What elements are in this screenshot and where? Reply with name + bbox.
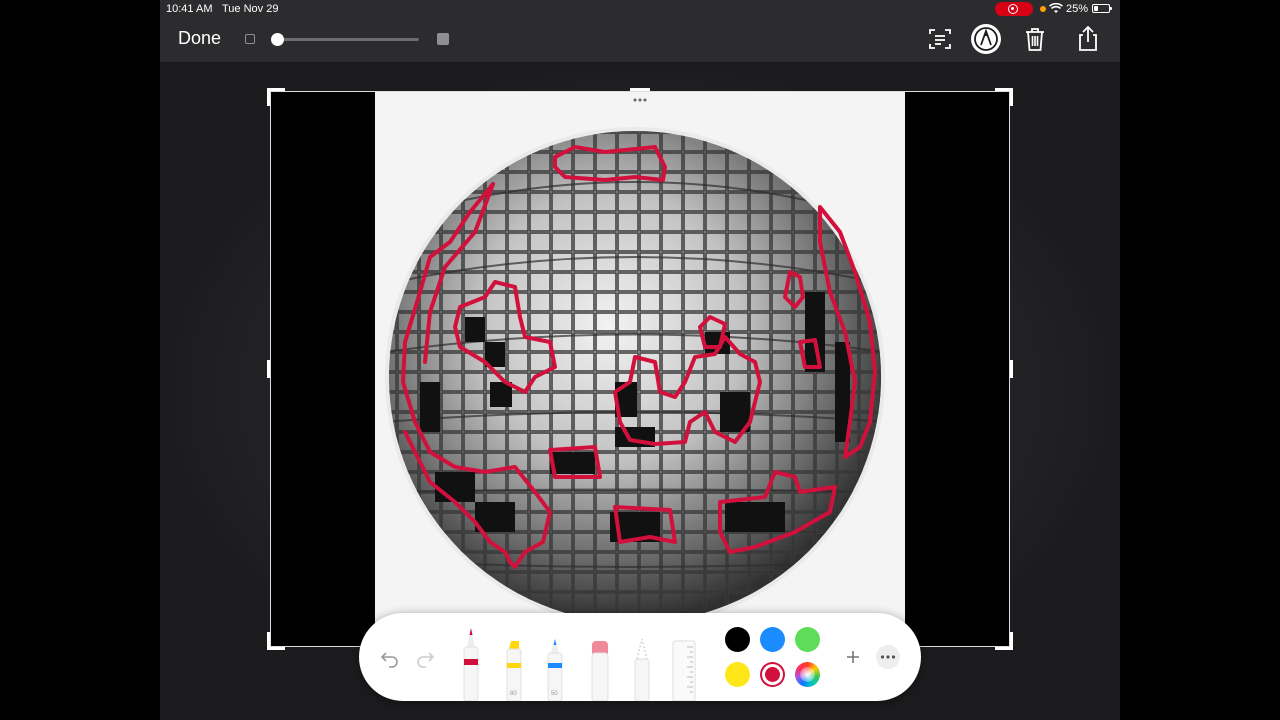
selected-color-dot bbox=[765, 667, 780, 682]
pencil-opacity-label: 50 bbox=[551, 691, 558, 697]
status-date: Tue Nov 29 bbox=[222, 3, 279, 15]
battery-icon bbox=[1092, 4, 1112, 13]
battery-percent: 25% bbox=[1066, 3, 1089, 15]
eraser-tool[interactable] bbox=[589, 641, 611, 701]
status-bar: 10:41 AM Tue Nov 29 25% bbox=[160, 0, 1120, 18]
color-wheel-picker[interactable] bbox=[795, 662, 820, 687]
lasso-tool[interactable] bbox=[631, 637, 653, 701]
annotated-photo[interactable] bbox=[375, 92, 905, 646]
share-icon[interactable] bbox=[1073, 24, 1103, 54]
ipad-screen: 10:41 AM Tue Nov 29 25% Done 80 50 bbox=[160, 0, 1120, 720]
mic-in-use-dot bbox=[1040, 6, 1046, 12]
markup-pen-icon[interactable] bbox=[970, 23, 1002, 55]
crop-handle-right[interactable] bbox=[1010, 360, 1013, 378]
crop-handle-bottom-left-v[interactable] bbox=[267, 632, 270, 650]
brush-size-slider[interactable] bbox=[277, 38, 419, 41]
crop-handle-left[interactable] bbox=[267, 360, 270, 378]
add-icon[interactable] bbox=[845, 649, 861, 665]
screen-recording-indicator[interactable] bbox=[995, 2, 1033, 16]
trash-icon[interactable] bbox=[1020, 24, 1050, 54]
tool-palette: 80 50 bbox=[359, 613, 921, 701]
color-green-swatch[interactable] bbox=[795, 627, 820, 652]
crop-handle-top-left-v[interactable] bbox=[267, 88, 270, 106]
brush-size-small-icon bbox=[245, 34, 255, 44]
brush-size-large-icon bbox=[437, 33, 449, 45]
crop-handle-top-right-v[interactable] bbox=[1010, 88, 1013, 106]
crop-handle-top[interactable] bbox=[630, 88, 650, 91]
brush-size-slider-thumb[interactable] bbox=[271, 33, 284, 46]
disco-ball-drawing bbox=[385, 98, 885, 627]
color-yellow-swatch[interactable] bbox=[725, 662, 750, 687]
markup-toolbar: 10:41 AM Tue Nov 29 25% Done bbox=[160, 0, 1120, 62]
color-red-swatch-selected[interactable] bbox=[760, 662, 785, 687]
color-blue-swatch[interactable] bbox=[760, 627, 785, 652]
wifi-icon bbox=[1049, 3, 1063, 13]
undo-icon[interactable] bbox=[379, 648, 401, 670]
redo-icon[interactable] bbox=[414, 648, 436, 670]
pen-tool[interactable] bbox=[460, 625, 482, 701]
crop-handle-bottom-right-v[interactable] bbox=[1010, 632, 1013, 650]
done-button[interactable]: Done bbox=[178, 28, 221, 49]
highlighter-opacity-label: 80 bbox=[510, 691, 517, 697]
ruler-tool[interactable] bbox=[671, 639, 697, 701]
color-black-swatch[interactable] bbox=[725, 627, 750, 652]
text-recognition-icon[interactable] bbox=[925, 24, 955, 54]
more-options-icon[interactable] bbox=[876, 645, 900, 669]
status-time: 10:41 AM bbox=[166, 3, 213, 15]
